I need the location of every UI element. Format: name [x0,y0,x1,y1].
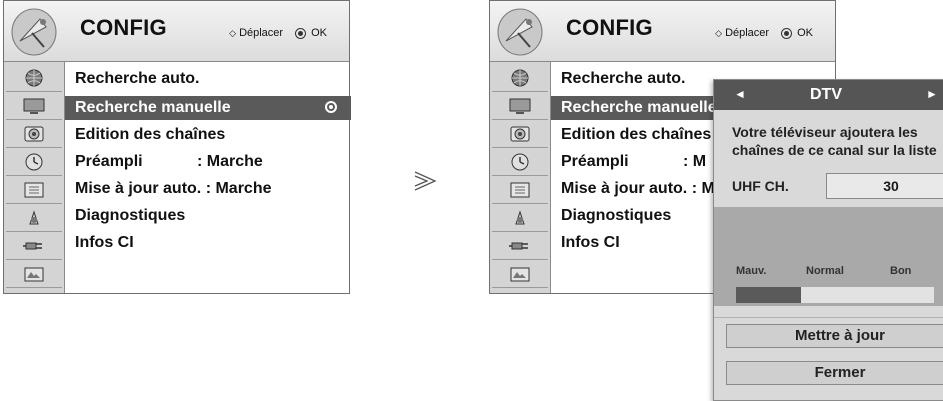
menu-item-label: Recherche manuelle [561,99,717,116]
category-cell[interactable] [6,205,62,232]
category-cell[interactable] [492,261,548,288]
info-message-line-1: Votre téléviseur ajoutera les [732,124,918,140]
category-cell[interactable] [492,233,548,260]
ok-button-icon [781,27,793,39]
menu-item-label: Diagnostiques [75,207,186,224]
mode-label: DTV [810,86,842,103]
menu-header: CONFIG ◇ Déplacer OK [490,1,835,62]
hint-move-label: Déplacer [239,27,284,39]
hint-move-label: Déplacer [725,27,770,39]
speaker-icon [510,126,530,142]
signal-label-normal: Normal [806,265,844,277]
clock-icon [25,153,43,171]
dtv-selector[interactable]: ◄ DTV ► [714,80,943,110]
menu-item-infos-ci[interactable]: Infos CI [65,231,351,255]
move-arrows-icon: ◇ [229,27,237,38]
tv-setup-icon [510,267,530,282]
menu-item-edition-chaines[interactable]: Edition des chaînes [65,123,351,147]
menu-item-label: Diagnostiques [561,207,672,224]
menu-item-label: Recherche auto. [561,70,686,87]
manual-search-dialog: ◄ DTV ► Votre téléviseur ajoutera les ch… [713,79,943,401]
signal-strength-area: Mauv. Normal Bon [714,207,943,306]
menu-item-label: Infos CI [561,234,620,251]
menu-header: CONFIG ◇ Déplacer OK [4,1,349,62]
signal-strength-bar [736,287,934,303]
menu-item-recherche-manuelle[interactable]: Recherche manuelle [65,96,351,120]
menu-title: CONFIG [566,15,653,40]
category-cell[interactable] [6,121,62,148]
category-cell[interactable] [6,233,62,260]
menu-item-label: Mise à jour auto. : Marche [75,180,272,197]
category-cell[interactable] [6,261,62,288]
plug-icon [23,242,42,250]
tools-icon [515,210,525,225]
uhf-channel-label: UHF CH. [732,178,789,194]
lock-icon [24,182,44,198]
navigation-hint: ◇ Déplacer OK [715,27,813,39]
menu-item-value: : Marche [197,153,263,170]
menu-item-label: Infos CI [75,234,134,251]
uhf-channel-field[interactable]: 30 [826,173,943,199]
menu-item-mise-a-jour-auto[interactable]: Mise à jour auto. : Marche [65,177,351,201]
menu-item-label: Edition des chaînes [561,126,712,143]
category-cell[interactable] [492,65,548,92]
signal-label-good: Bon [890,265,912,277]
globe-icon [511,69,529,87]
tv-screen-icon [509,98,531,114]
ok-button-icon [295,27,307,39]
category-cell[interactable] [492,205,548,232]
close-button[interactable]: Fermer [726,361,943,385]
menu-item-label: Edition des chaînes [75,126,226,143]
category-cell[interactable] [6,177,62,204]
menu-item-preampli[interactable]: Préampli : Marche [65,150,351,174]
menu-item-label: Préampli [561,153,629,170]
globe-icon [25,69,43,87]
menu-item-label: Recherche auto. [75,70,200,87]
speaker-icon [24,126,44,142]
tv-screen-icon [23,98,45,114]
left-arrow-icon[interactable]: ◄ [734,87,746,101]
info-message-line-2: chaînes de ce canal sur la liste [732,142,937,158]
category-cell[interactable] [6,65,62,92]
clock-icon [511,153,529,171]
right-arrow-icon[interactable]: ► [926,87,938,101]
satellite-dish-icon [11,8,57,56]
lock-icon [510,182,530,198]
category-icon-bar [4,62,65,293]
navigation-hint: ◇ Déplacer OK [229,27,327,39]
menu-item-label: Mise à jour auto. : M [561,180,715,197]
category-cell[interactable] [492,121,548,148]
hint-ok-label: OK [797,27,813,39]
divider [714,317,943,318]
menu-item-label: Préampli [75,153,143,170]
transition-arrow-icon [414,171,437,191]
satellite-dish-icon [497,8,543,56]
selected-radio-icon [325,101,337,113]
menu-item-value: : M [683,153,707,170]
menu-item-diagnostiques[interactable]: Diagnostiques [65,204,351,228]
update-button[interactable]: Mettre à jour [726,324,943,348]
category-cell[interactable] [6,149,62,176]
menu-title: CONFIG [80,15,167,40]
tools-icon [29,210,39,225]
category-icon-bar [490,62,551,293]
category-cell[interactable] [492,93,548,120]
signal-label-bad: Mauv. [736,265,767,277]
menu-item-label: Recherche manuelle [75,99,231,116]
plug-icon [509,242,528,250]
signal-strength-fill [736,287,802,303]
tv-setup-icon [24,267,44,282]
menu-item-recherche-auto[interactable]: Recherche auto. [65,67,351,91]
category-cell[interactable] [6,93,62,120]
category-cell[interactable] [492,149,548,176]
hint-ok-label: OK [311,27,327,39]
move-arrows-icon: ◇ [715,27,723,38]
config-menu-panel-left: CONFIG ◇ Déplacer OK Recherche auto. Rec… [3,0,351,294]
info-message: Votre téléviseur ajoutera les chaînes de… [732,123,943,159]
category-cell[interactable] [492,177,548,204]
